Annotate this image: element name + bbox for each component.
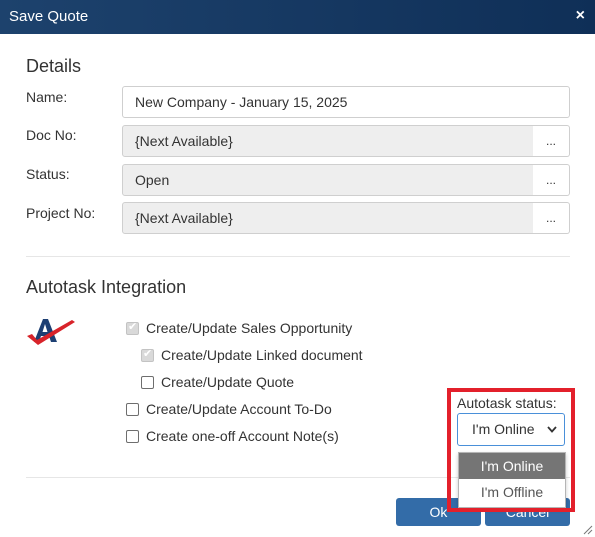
- docno-field: {Next Available}: [122, 125, 534, 157]
- linked-doc-label: Create/Update Linked document: [161, 347, 363, 363]
- quote-checkbox[interactable]: [141, 376, 154, 389]
- docno-browse-button[interactable]: ...: [533, 125, 570, 157]
- check-icon: ✔: [143, 348, 153, 360]
- status-option-online[interactable]: I'm Online: [459, 453, 565, 479]
- status-browse-button[interactable]: ...: [533, 164, 570, 196]
- autotask-heading: Autotask Integration: [26, 277, 187, 297]
- quote-label: Create/Update Quote: [161, 374, 295, 390]
- details-heading: Details: [26, 56, 82, 76]
- name-input[interactable]: New Company - January 15, 2025: [122, 86, 570, 118]
- autotask-status-options: I'm Online I'm Offline: [458, 452, 566, 508]
- linked-doc-checkbox[interactable]: ✔: [141, 348, 154, 362]
- autotask-logo-icon: [27, 319, 75, 345]
- opportunity-checkbox[interactable]: ✔: [126, 321, 139, 335]
- autotask-status-label: Autotask status:: [457, 395, 557, 411]
- project-field: {Next Available}: [122, 202, 534, 234]
- status-option-offline[interactable]: I'm Offline: [459, 479, 565, 505]
- todo-checkbox[interactable]: [126, 403, 139, 416]
- check-icon: ✔: [128, 321, 138, 333]
- dialog-title: Save Quote: [9, 8, 89, 25]
- docno-label: Doc No:: [26, 127, 77, 143]
- resize-handle-icon[interactable]: [583, 525, 593, 535]
- project-label: Project No:: [26, 205, 96, 221]
- dialog-titlebar: Save Quote ×: [0, 0, 595, 34]
- project-browse-button[interactable]: ...: [533, 202, 570, 234]
- status-label: Status:: [26, 166, 70, 182]
- status-field: Open: [122, 164, 534, 196]
- name-label: Name:: [26, 89, 68, 105]
- autotask-status-select[interactable]: I'm Online: [457, 413, 565, 446]
- todo-label: Create/Update Account To-Do: [146, 401, 332, 417]
- opportunity-label: Create/Update Sales Opportunity: [146, 320, 353, 336]
- close-icon[interactable]: ×: [576, 7, 585, 25]
- autotask-status-value: I'm Online: [472, 421, 535, 437]
- chevron-down-icon: [546, 414, 558, 456]
- note-label: Create one-off Account Note(s): [146, 428, 339, 444]
- note-checkbox[interactable]: [126, 430, 139, 443]
- section-divider: [26, 256, 570, 257]
